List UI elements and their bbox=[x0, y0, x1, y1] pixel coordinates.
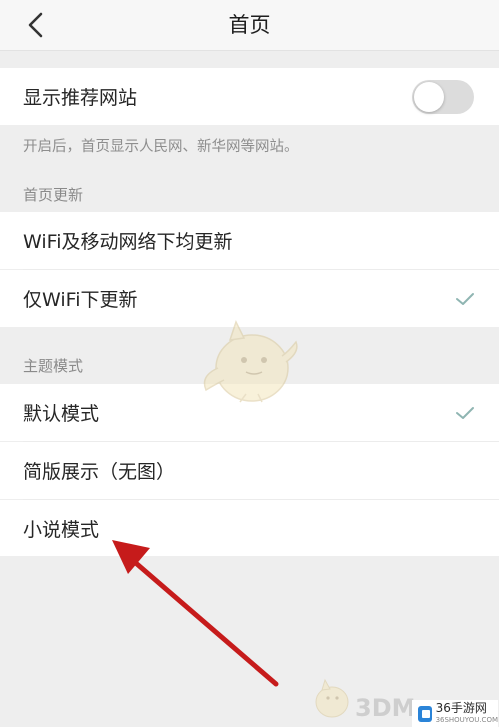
watermark-logo-text: 36手游网 36SHOUYOU.COM bbox=[436, 702, 498, 726]
watermark-logo: 36手游网 36SHOUYOU.COM bbox=[412, 700, 498, 727]
logo-square-icon bbox=[418, 705, 432, 722]
chevron-left-icon bbox=[28, 12, 43, 38]
option-simple-mode[interactable]: 简版展示（无图） bbox=[0, 442, 499, 499]
section-header-update: 首页更新 bbox=[23, 186, 84, 204]
nav-bar: 首页 bbox=[0, 0, 499, 51]
toggle-knob bbox=[414, 81, 444, 112]
page-title: 首页 bbox=[228, 13, 271, 37]
mascot-watermark-small-icon bbox=[315, 678, 349, 718]
option-wifi-and-mobile[interactable]: WiFi及移动网络下均更新 bbox=[0, 212, 499, 269]
recommend-note: 开启后，首页显示人民网、新华网等网站。 bbox=[23, 139, 299, 155]
option-novel-mode[interactable]: 小说模式 bbox=[0, 500, 499, 556]
recommend-sites-label: 显示推荐网站 bbox=[23, 87, 138, 109]
mascot-watermark-icon bbox=[203, 320, 298, 403]
option-label: 简版展示（无图） bbox=[23, 461, 176, 483]
section-header-theme: 主题模式 bbox=[23, 357, 84, 375]
logo-subtext: 36SHOUYOU.COM bbox=[435, 715, 498, 724]
watermark-3dm: 3DM bbox=[355, 694, 416, 722]
option-label: WiFi及移动网络下均更新 bbox=[23, 231, 233, 253]
logo-text: 36手游网 bbox=[435, 700, 487, 715]
checkmark-icon bbox=[456, 406, 474, 419]
checkmark-icon bbox=[456, 292, 474, 305]
option-label: 仅WiFi下更新 bbox=[23, 289, 138, 311]
option-label: 默认模式 bbox=[23, 403, 100, 425]
recommend-sites-row[interactable]: 显示推荐网站 bbox=[0, 68, 499, 125]
back-button[interactable] bbox=[16, 6, 56, 44]
option-label: 小说模式 bbox=[23, 518, 100, 541]
recommend-sites-toggle[interactable] bbox=[412, 79, 474, 114]
